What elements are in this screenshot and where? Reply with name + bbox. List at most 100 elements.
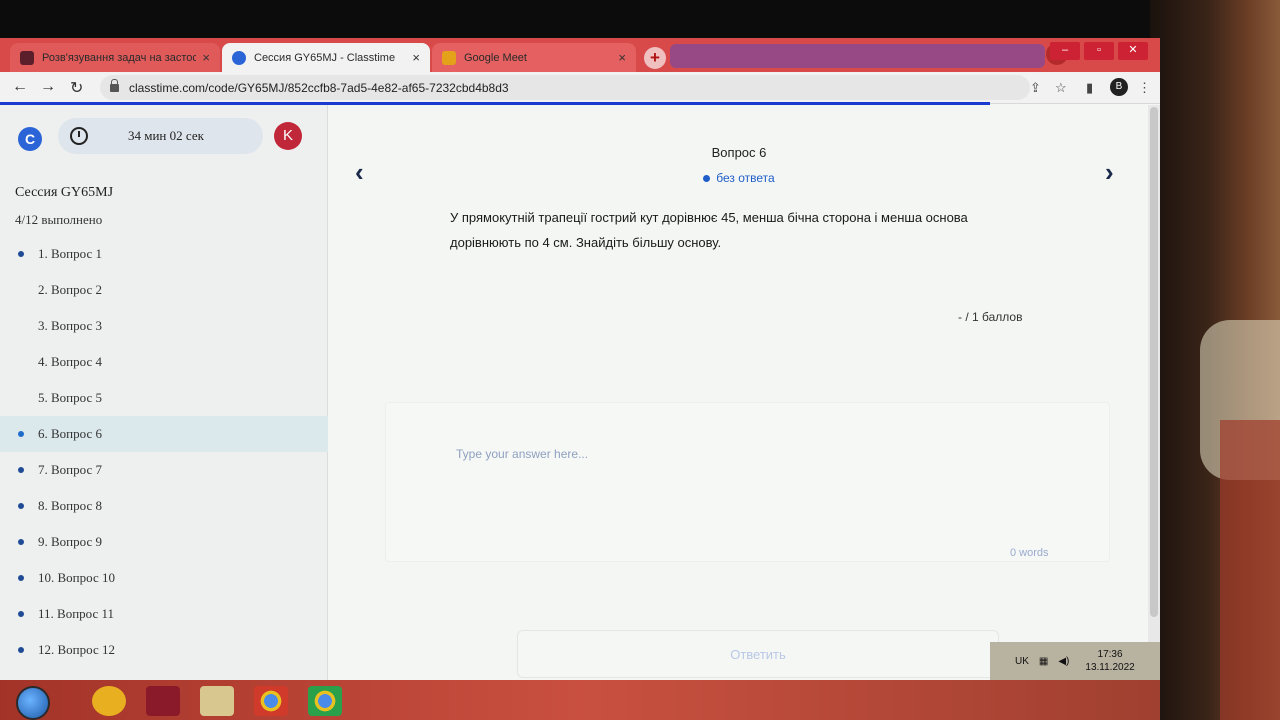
question-label: 1. Вопрос 1 [38, 246, 102, 261]
tab-favicon-icon [232, 50, 246, 65]
question-label: 12. Вопрос 12 [38, 642, 115, 657]
close-window-icon[interactable]: ✕ [1118, 42, 1148, 60]
question-panel: ‹ › Вопрос 6 без ответа У прямокутній тр… [330, 105, 1148, 680]
system-tray: UK ▦ ◀) 17:36 13.11.2022 [990, 642, 1160, 680]
screen: Розв'язування задач на застосув × Сессия… [0, 38, 1160, 720]
clock-time: 17:36 [1097, 649, 1123, 660]
close-tab-icon[interactable]: × [202, 50, 210, 65]
question-item-4[interactable]: 4. Вопрос 4 [0, 344, 328, 380]
question-sidebar: C 34 мин 02 сек K Сессия GY65MJ 4/12 вып… [0, 105, 328, 680]
question-heading: Вопрос 6 [711, 145, 767, 160]
forward-icon[interactable]: → [40, 78, 56, 96]
answer-box [385, 402, 1110, 562]
question-item-9[interactable]: 9. Вопрос 9 [0, 524, 328, 560]
page-scrollbar[interactable] [1148, 105, 1160, 680]
background-fabric [1220, 420, 1280, 720]
status-dot [18, 395, 24, 401]
question-label: 4. Вопрос 4 [38, 354, 102, 369]
question-label: 6. Вопрос 6 [38, 426, 102, 441]
question-label: 8. Вопрос 8 [38, 498, 102, 513]
session-title: Сессия GY65MJ [15, 185, 114, 200]
taskbar [0, 680, 1160, 720]
folder-icon[interactable] [200, 686, 234, 716]
question-label: 10. Вопрос 10 [38, 570, 115, 585]
question-item-1[interactable]: 1. Вопрос 1 [0, 236, 328, 272]
question-label: 9. Вопрос 9 [38, 534, 102, 549]
clock[interactable]: 17:36 13.11.2022 [1085, 648, 1134, 674]
status-dot [18, 287, 24, 293]
tab-strip: Розв'язування задач на застосув × Сессия… [0, 38, 1160, 72]
maximize-icon[interactable]: ▫ [1084, 42, 1114, 60]
tab-classtime[interactable]: Сессия GY65MJ - Classtime × [222, 43, 430, 72]
question-item-6[interactable]: 6. Вопрос 6 [0, 416, 328, 452]
status-dot [18, 575, 24, 581]
close-tab-icon[interactable]: × [618, 50, 626, 65]
new-tab-button[interactable]: + [644, 47, 666, 69]
share-icon[interactable]: ⇪ [1030, 80, 1041, 96]
answer-status: без ответа [330, 171, 1148, 185]
start-button[interactable] [16, 686, 50, 720]
back-icon[interactable]: ← [12, 78, 28, 96]
status-dot [703, 175, 711, 183]
screen-reflection [670, 44, 1045, 68]
close-tab-icon[interactable]: × [412, 50, 420, 65]
question-item-3[interactable]: 3. Вопрос 3 [0, 308, 328, 344]
question-item-11[interactable]: 11. Вопрос 11 [0, 596, 328, 632]
submit-answer-button[interactable]: Ответить [517, 630, 999, 678]
language-indicator[interactable]: UK [1015, 656, 1029, 667]
status-dot [18, 503, 24, 509]
question-text: У прямокутній трапеції гострий кут дорів… [450, 210, 968, 250]
status-label: без ответа [716, 171, 775, 185]
answer-input[interactable] [456, 447, 1016, 461]
minimize-icon[interactable]: – [1050, 42, 1080, 60]
question-item-2[interactable]: 2. Вопрос 2 [0, 272, 328, 308]
clock-date: 13.11.2022 [1085, 662, 1135, 673]
user-avatar[interactable]: K [274, 122, 302, 150]
status-dot [18, 251, 24, 257]
question-label: 3. Вопрос 3 [38, 318, 102, 333]
question-item-5[interactable]: 5. Вопрос 5 [0, 380, 328, 416]
url-text: classtime.com/code/GY65MJ/852ccfb8-7ad5-… [129, 80, 509, 95]
status-dot [18, 647, 24, 653]
question-item-8[interactable]: 8. Вопрос 8 [0, 488, 328, 524]
tab-favicon-icon [20, 50, 34, 65]
status-dot [18, 323, 24, 329]
address-bar[interactable]: classtime.com/code/GY65MJ/852ccfb8-7ad5-… [100, 75, 1030, 100]
question-item-12[interactable]: 12. Вопрос 12 [0, 632, 328, 668]
question-label: 7. Вопрос 7 [38, 462, 102, 477]
chrome-icon[interactable] [254, 686, 288, 716]
question-label: 2. Вопрос 2 [38, 282, 102, 297]
status-dot [18, 431, 24, 437]
progress-count: 4/12 выполнено [15, 212, 103, 227]
taskbar-app-icon[interactable] [92, 686, 126, 716]
window-controls: – ▫ ✕ [1050, 42, 1148, 60]
status-dot [18, 359, 24, 365]
bookmark-star-icon[interactable]: ☆ [1055, 80, 1067, 96]
score: - / 1 баллов [958, 310, 1023, 324]
chrome-icon[interactable] [308, 686, 342, 716]
side-panel-icon[interactable]: ▮ [1086, 80, 1093, 96]
classtime-logo[interactable]: C [18, 127, 42, 151]
tab-google-meet[interactable]: Google Meet × [432, 43, 636, 72]
question-label: 5. Вопрос 5 [38, 390, 102, 405]
taskbar-app-icon[interactable] [146, 686, 180, 716]
volume-icon[interactable]: ◀) [1058, 656, 1069, 667]
network-icon[interactable]: ▦ [1039, 656, 1048, 667]
timer-text: 34 мин 02 сек [128, 128, 204, 143]
question-list: 1. Вопрос 1 2. Вопрос 2 3. Вопрос 3 4. В… [0, 236, 328, 668]
scrollbar-thumb[interactable] [1150, 107, 1158, 617]
reload-icon[interactable]: ↻ [70, 78, 83, 98]
lock-icon [110, 78, 119, 92]
tab-lesson[interactable]: Розв'язування задач на застосув × [10, 43, 220, 72]
status-dot [18, 611, 24, 617]
status-dot [18, 467, 24, 473]
browser-toolbar: ← → ↻ classtime.com/code/GY65MJ/852ccfb8… [0, 72, 1160, 104]
question-item-10[interactable]: 10. Вопрос 10 [0, 560, 328, 596]
question-item-7[interactable]: 7. Вопрос 7 [0, 452, 328, 488]
status-dot [18, 539, 24, 545]
tab-favicon-icon [442, 50, 456, 65]
profile-avatar[interactable]: B [1110, 78, 1128, 96]
tab-label: Розв'язування задач на застосув [42, 51, 197, 64]
menu-kebab-icon[interactable]: ⋮ [1138, 80, 1151, 96]
tab-label: Сессия GY65MJ - Classtime [254, 51, 396, 64]
